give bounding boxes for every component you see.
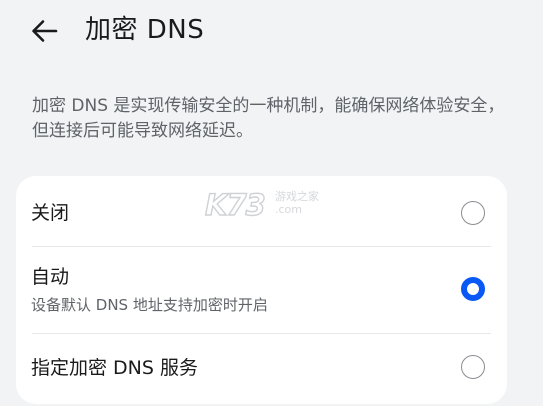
page-description: 加密 DNS 是实现传输安全的一种机制，能确保网络体验安全，但连接后可能导致网络… (32, 96, 505, 141)
option-off[interactable]: 关闭 (16, 176, 507, 246)
option-auto[interactable]: 自动 设备默认 DNS 地址支持加密时开启 (16, 246, 507, 333)
option-custom-dns-radio[interactable] (461, 355, 485, 379)
option-custom-dns[interactable]: 指定加密 DNS 服务 (16, 333, 507, 404)
option-auto-description: 设备默认 DNS 地址支持加密时开启 (31, 296, 268, 314)
option-auto-label: 自动 (31, 266, 70, 288)
option-off-label: 关闭 (31, 202, 70, 224)
top-bar: 加密 DNS (0, 0, 543, 62)
option-off-radio[interactable] (461, 201, 485, 225)
back-arrow-icon (32, 20, 58, 42)
option-auto-radio[interactable] (461, 277, 485, 301)
back-button[interactable] (26, 14, 66, 48)
page-title: 加密 DNS (85, 15, 205, 45)
dns-mode-card: 关闭 自动 设备默认 DNS 地址支持加密时开启 指定加密 DNS 服务 (16, 176, 507, 404)
option-custom-dns-label: 指定加密 DNS 服务 (31, 357, 198, 379)
